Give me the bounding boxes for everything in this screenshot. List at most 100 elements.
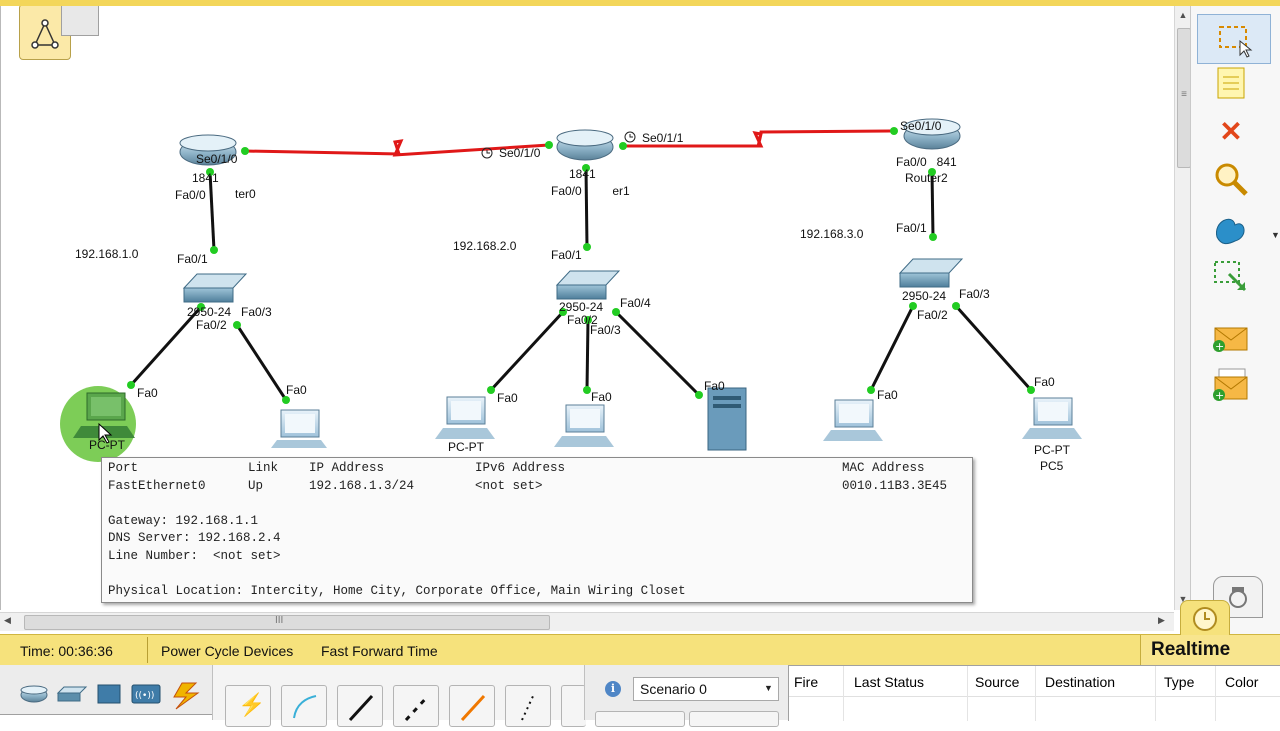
select-tool[interactable] (1197, 14, 1271, 64)
new-scenario-button[interactable] (595, 711, 685, 727)
add-complex-pdu-icon[interactable]: + (1199, 366, 1263, 404)
delete-tool-icon[interactable]: ✕ (1199, 112, 1263, 150)
tooltip-port-value: FastEthernet0 (108, 479, 206, 493)
tooltip-ip-value: 192.168.1.3/24 (309, 479, 415, 493)
pc-1[interactable] (271, 409, 327, 448)
switch2-port3-label: Fa0/3 (959, 287, 990, 301)
col-destination[interactable]: Destination (1045, 674, 1115, 690)
draw-palette-dropdown-icon[interactable]: ▼ (1271, 230, 1280, 240)
pc5-port-label: Fa0 (1034, 375, 1055, 389)
pc-5[interactable] (1022, 397, 1082, 439)
tooltip-header-link: Link (248, 461, 279, 475)
realtime-mode-tab[interactable]: Realtime (1140, 635, 1280, 665)
svg-text:((•)): ((•)) (135, 691, 154, 701)
pc-2[interactable] (435, 396, 495, 439)
connections-category-icon[interactable] (173, 682, 200, 710)
horizontal-scrollbar[interactable]: ◀ III ▶ (0, 612, 1174, 631)
col-color[interactable]: Color (1225, 674, 1258, 690)
coaxial-cable-icon[interactable] (561, 685, 586, 727)
switch2-port2-label: Fa0/2 (917, 308, 948, 322)
realtime-clock-icon[interactable] (1180, 600, 1230, 635)
fiber-cable-icon[interactable] (449, 685, 495, 727)
router1-name-label: Router1 (587, 184, 630, 198)
switch1-model-label: 2950-24 (559, 300, 603, 314)
switch1-port3-label: Fa0/3 (590, 323, 621, 337)
copper-straight-through-icon[interactable] (337, 685, 383, 727)
pc-4[interactable] (823, 399, 883, 441)
switch2-model-label: 2950-24 (902, 289, 946, 303)
common-tools-bar: ✕ ▼ + + (1190, 6, 1280, 634)
scroll-left-arrow-icon[interactable]: ◀ (4, 615, 11, 626)
console-cable-icon[interactable] (281, 685, 327, 727)
tooltip-header-mac: MAC Address (842, 461, 925, 475)
resize-tool-icon[interactable] (1199, 258, 1263, 296)
pc3-port-label: Fa0 (591, 390, 612, 404)
tooltip-physical-location: Physical Location: Intercity, Home City,… (108, 584, 686, 598)
router1-serial-port-label: Se0/1/0 (499, 146, 541, 160)
router2-name-label: Router2 (905, 171, 948, 185)
switch0-uplink-label: Fa0/1 (177, 252, 208, 266)
switches-category-icon[interactable] (56, 686, 88, 702)
router2-model-label: 1841 (930, 155, 957, 169)
chevron-down-icon: ▼ (764, 683, 773, 693)
info-icon[interactable]: i (605, 681, 621, 697)
switch0-model-label: 2950-24 (187, 305, 231, 319)
col-last-status[interactable]: Last Status (854, 674, 924, 690)
switch-1[interactable] (555, 270, 621, 300)
router1-serial-port2-label: Se0/1/1 (642, 131, 684, 145)
add-simple-pdu-icon[interactable]: + (1199, 320, 1263, 358)
pc4-port-label: Fa0 (877, 388, 898, 402)
draw-shape-tool-icon[interactable] (1199, 210, 1263, 248)
router-1[interactable] (556, 129, 614, 161)
vertical-scrollbar[interactable]: ▲ ≡ ▼ (1174, 6, 1191, 610)
wireless-category-icon[interactable]: ((•)) (131, 684, 161, 704)
select-tool-icon (1219, 26, 1253, 58)
automatic-connection-icon[interactable]: ⚡ (225, 685, 271, 727)
logical-workspace[interactable]: Se0/1/0 1841 Fa0/0 Router0 Se0/1/0 Se0/1… (0, 6, 1175, 610)
hubs-category-icon[interactable] (97, 684, 121, 704)
tooltip-ipv6-value: <not set> (475, 479, 543, 493)
workspace-pane-tab[interactable] (61, 6, 99, 36)
horizontal-thumb-grip: III (275, 615, 284, 626)
switch-2[interactable] (898, 258, 964, 288)
server-port-label: Fa0 (704, 379, 725, 393)
network-label-3: 192.168.3.0 (800, 227, 864, 241)
router0-model-label: 1841 (192, 171, 219, 185)
col-fire[interactable]: Fire (794, 674, 818, 690)
delete-scenario-button[interactable] (689, 711, 779, 727)
col-source[interactable]: Source (975, 674, 1019, 690)
note-tool-icon[interactable] (1199, 64, 1263, 102)
pdu-list-table: Fire Last Status Source Destination Type… (788, 665, 1280, 721)
col-type[interactable]: Type (1164, 674, 1194, 690)
power-cycle-devices-button[interactable]: Power Cycle Devices (161, 643, 293, 659)
scenario-select[interactable]: Scenario 0 ▼ (633, 677, 779, 701)
tooltip-mac-value: 0010.11B3.3E45 (842, 479, 948, 493)
fast-forward-time-button[interactable]: Fast Forward Time (321, 643, 438, 659)
pc2-port-label: Fa0 (497, 391, 518, 405)
router0-name-label: Router0 (213, 187, 256, 201)
router0-serial-port-label: Se0/1/0 (196, 152, 238, 166)
tooltip-gateway: Gateway: 192.168.1.1 (108, 514, 259, 528)
switch1-port4-label: Fa0/4 (620, 296, 651, 310)
router1-fast-port-label: Fa0/0 (551, 184, 582, 198)
switch2-uplink-label: Fa0/1 (896, 221, 927, 235)
server-0[interactable] (707, 387, 747, 451)
pc-3[interactable] (554, 404, 614, 447)
time-status-bar: Time: 00:36:36 Power Cycle Devices Fast … (0, 634, 1280, 666)
pc1-port-label: Fa0 (286, 383, 307, 397)
copper-cross-over-icon[interactable] (393, 685, 439, 727)
router1-model-label: 1841 (569, 167, 596, 181)
pc5-type-label: PC-PT (1034, 443, 1071, 457)
vertical-scroll-thumb[interactable]: ≡ (1177, 28, 1191, 168)
router2-serial-port-label: Se0/1/0 (900, 119, 942, 133)
scroll-right-arrow-icon[interactable]: ▶ (1158, 615, 1165, 626)
connection-types: ⚡ (212, 665, 586, 727)
scenario-select-value: Scenario 0 (640, 681, 707, 697)
routers-category-icon[interactable] (20, 685, 48, 703)
pc2-type-label: PC-PT (448, 440, 485, 454)
inspect-tool-icon[interactable] (1199, 160, 1263, 198)
switch-0[interactable] (182, 273, 248, 303)
scroll-up-arrow-icon[interactable]: ▲ (1175, 10, 1191, 20)
horizontal-scroll-thumb[interactable]: III (24, 615, 550, 630)
phone-cable-icon[interactable] (505, 685, 551, 727)
